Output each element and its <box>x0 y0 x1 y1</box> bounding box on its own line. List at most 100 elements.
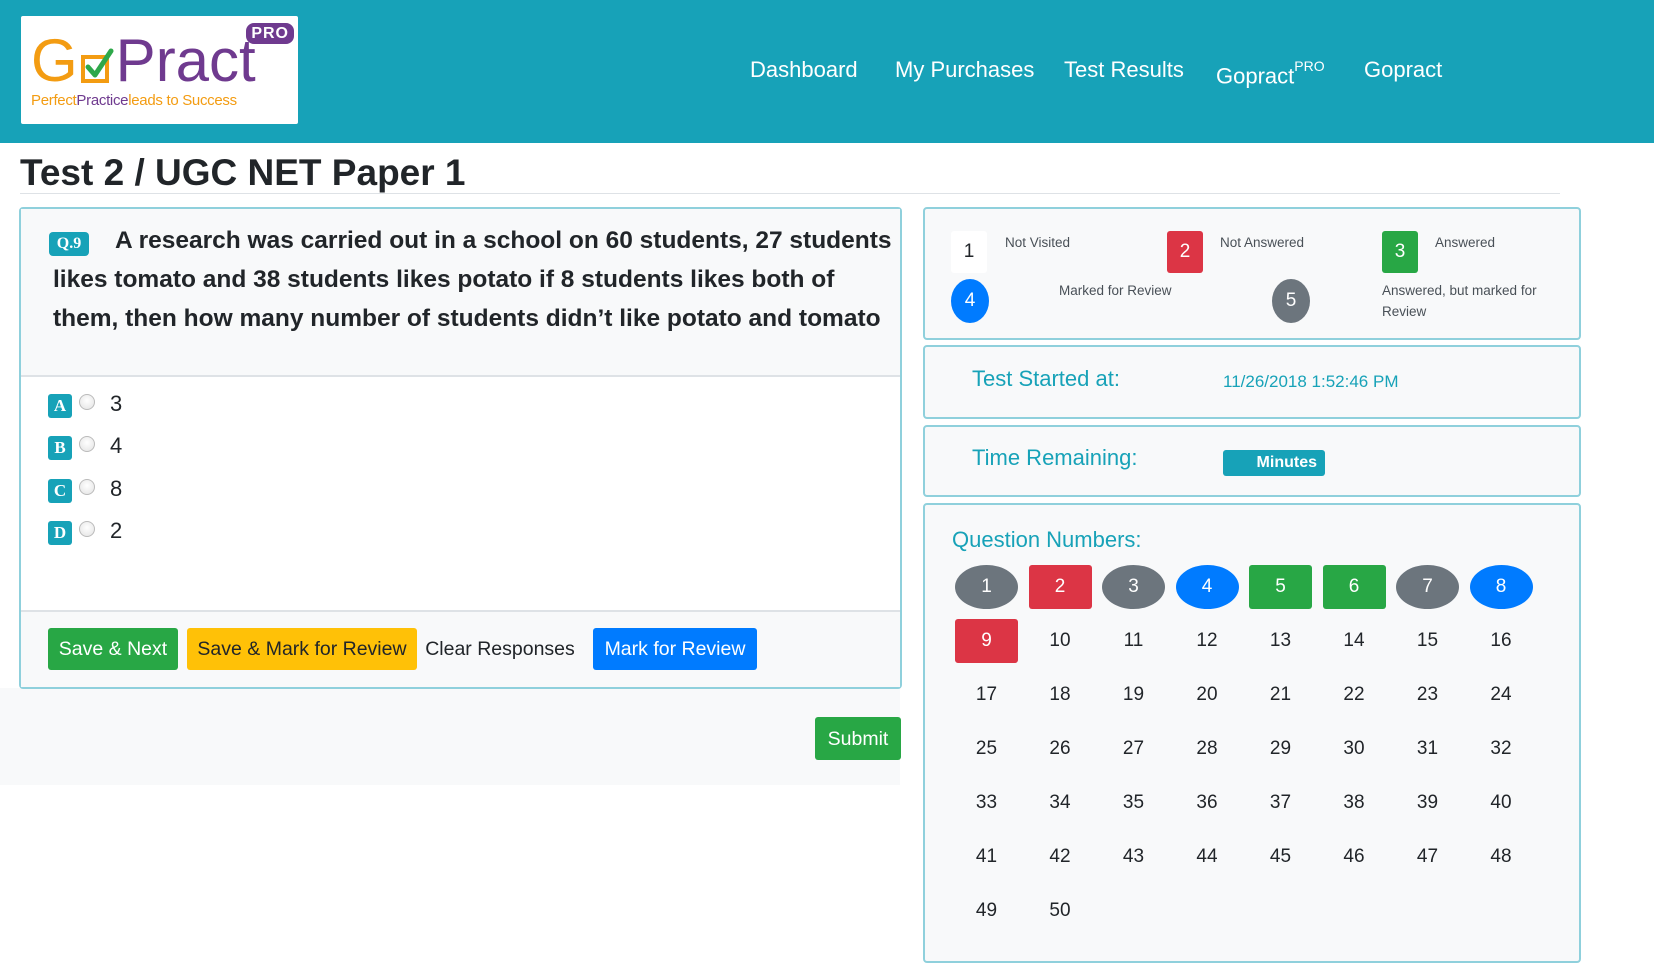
option-b[interactable]: B 4 <box>48 432 448 462</box>
mark-review-button[interactable]: Mark for Review <box>593 628 757 670</box>
question-number-44[interactable]: 44 <box>1176 835 1239 879</box>
question-number-23[interactable]: 23 <box>1396 673 1459 717</box>
nav-my-purchases[interactable]: My Purchases <box>895 52 1034 88</box>
legend-not-answered-label: Not Answered <box>1220 235 1305 250</box>
question-number-6[interactable]: 6 <box>1322 565 1386 609</box>
logo-tagline: PerfectPracticeleads to Success <box>31 92 237 110</box>
option-a[interactable]: A 3 <box>48 390 448 420</box>
logo-word-pract: Pract <box>115 27 256 94</box>
top-navbar: G Pract PRO PerfectPracticeleads to Succe… <box>0 0 1654 143</box>
option-a-text: 3 <box>110 391 123 416</box>
legend-not-visited-label: Not Visited <box>1005 235 1071 250</box>
nav-gopract[interactable]: Gopract <box>1364 52 1442 88</box>
time-remaining-badge: Minutes <box>1223 450 1325 476</box>
gopract-logo[interactable]: G Pract PRO PerfectPracticeleads to Succe… <box>21 16 298 124</box>
question-card: Q.9 A research was carried out in a scho… <box>19 207 902 689</box>
question-number-29[interactable]: 29 <box>1249 727 1312 771</box>
legend-marked-label: Marked for Review <box>1059 283 1172 298</box>
save-mark-review-button[interactable]: Save & Mark for Review <box>187 628 417 670</box>
question-number-18[interactable]: 18 <box>1029 673 1092 717</box>
nav-dashboard[interactable]: Dashboard <box>750 52 858 88</box>
question-number-45[interactable]: 45 <box>1249 835 1312 879</box>
legend-answered-swatch: 3 <box>1382 231 1418 273</box>
nav-menu: Dashboard My Purchases Test Results Gopr… <box>750 52 1654 94</box>
tagline-rest: leads to Success <box>128 92 237 109</box>
option-d-text: 2 <box>110 518 123 543</box>
question-number-22[interactable]: 22 <box>1323 673 1386 717</box>
question-number-40[interactable]: 40 <box>1470 781 1533 825</box>
question-number-46[interactable]: 46 <box>1323 835 1386 879</box>
time-remaining-label: Time Remaining: <box>972 445 1138 470</box>
clear-responses-button[interactable]: Clear Responses <box>425 628 575 670</box>
question-number-50[interactable]: 50 <box>1029 889 1092 933</box>
option-d-radio[interactable] <box>79 521 95 537</box>
question-number-19[interactable]: 19 <box>1102 673 1165 717</box>
question-number-13[interactable]: 13 <box>1249 619 1312 663</box>
question-number-42[interactable]: 42 <box>1029 835 1092 879</box>
question-number-12[interactable]: 12 <box>1176 619 1239 663</box>
question-number-15[interactable]: 15 <box>1396 619 1459 663</box>
question-number-26[interactable]: 26 <box>1029 727 1092 771</box>
question-number-49[interactable]: 49 <box>955 889 1018 933</box>
question-header: Q.9 A research was carried out in a scho… <box>21 209 900 377</box>
test-started-label: Test Started at: <box>972 366 1120 391</box>
question-number-5[interactable]: 5 <box>1249 565 1312 609</box>
question-number-32[interactable]: 32 <box>1470 727 1533 771</box>
option-b-key: B <box>48 436 72 460</box>
option-b-radio[interactable] <box>79 436 95 452</box>
question-number-43[interactable]: 43 <box>1102 835 1165 879</box>
question-number-37[interactable]: 37 <box>1249 781 1312 825</box>
logo-letter-g: G <box>31 27 78 94</box>
question-number-16[interactable]: 16 <box>1470 619 1533 663</box>
nav-pro-superscript: PRO <box>1294 58 1325 74</box>
question-number-8[interactable]: 8 <box>1469 565 1533 609</box>
tagline-perfect: Perfect <box>31 92 77 109</box>
question-number-grid: 1 2 3 4 5 6 7 8 9 10 11 12 13 14 15 16 17 18 19 20 21 22 23 24 2… <box>955 565 1555 965</box>
question-number-48[interactable]: 48 <box>1470 835 1533 879</box>
option-c-text: 8 <box>110 476 123 501</box>
question-number-41[interactable]: 41 <box>955 835 1018 879</box>
nav-test-results[interactable]: Test Results <box>1064 52 1184 88</box>
question-number-25[interactable]: 25 <box>955 727 1018 771</box>
question-number-7[interactable]: 7 <box>1396 565 1459 609</box>
question-number-30[interactable]: 30 <box>1323 727 1386 771</box>
option-b-text: 4 <box>110 433 123 458</box>
question-number-36[interactable]: 36 <box>1176 781 1239 825</box>
page-title: Test 2 / UGC NET Paper 1 <box>20 152 466 193</box>
question-number-2[interactable]: 2 <box>1028 565 1092 609</box>
question-numbers-title: Question Numbers: <box>952 527 1142 552</box>
nav-test-results-label: Test Results <box>1064 57 1184 82</box>
question-number-38[interactable]: 38 <box>1323 781 1386 825</box>
question-number-1[interactable]: 1 <box>955 565 1018 609</box>
question-number-33[interactable]: 33 <box>955 781 1018 825</box>
question-number-20[interactable]: 20 <box>1176 673 1239 717</box>
logo-pro-badge: PRO <box>246 23 294 44</box>
title-divider <box>20 193 1560 194</box>
question-number-4[interactable]: 4 <box>1175 565 1239 609</box>
question-number-24[interactable]: 24 <box>1470 673 1533 717</box>
nav-gopract-pro[interactable]: GopractPRO <box>1216 52 1325 94</box>
question-number-9[interactable]: 9 <box>955 619 1018 663</box>
question-number-3[interactable]: 3 <box>1102 565 1165 609</box>
question-number-35[interactable]: 35 <box>1102 781 1165 825</box>
option-d[interactable]: D 2 <box>48 517 448 547</box>
save-next-button[interactable]: Save & Next <box>48 628 178 670</box>
question-number-17[interactable]: 17 <box>955 673 1018 717</box>
option-a-radio[interactable] <box>79 394 95 410</box>
submit-button[interactable]: Submit <box>815 717 901 760</box>
legend-answered-label: Answered <box>1435 235 1496 250</box>
question-number-47[interactable]: 47 <box>1396 835 1459 879</box>
question-number-34[interactable]: 34 <box>1029 781 1092 825</box>
question-number-14[interactable]: 14 <box>1323 619 1386 663</box>
question-number-31[interactable]: 31 <box>1396 727 1459 771</box>
legend-not-answered-swatch: 2 <box>1167 231 1203 273</box>
question-number-39[interactable]: 39 <box>1396 781 1459 825</box>
question-number-10[interactable]: 10 <box>1029 619 1092 663</box>
question-number-21[interactable]: 21 <box>1249 673 1312 717</box>
question-numbers-panel: Question Numbers: 1 2 3 4 5 6 7 8 9 10 11 12 13 14 15 1… <box>923 503 1581 963</box>
question-number-27[interactable]: 27 <box>1102 727 1165 771</box>
question-number-11[interactable]: 11 <box>1102 619 1165 663</box>
option-c-radio[interactable] <box>79 479 95 495</box>
question-number-28[interactable]: 28 <box>1176 727 1239 771</box>
option-c[interactable]: C 8 <box>48 475 448 505</box>
